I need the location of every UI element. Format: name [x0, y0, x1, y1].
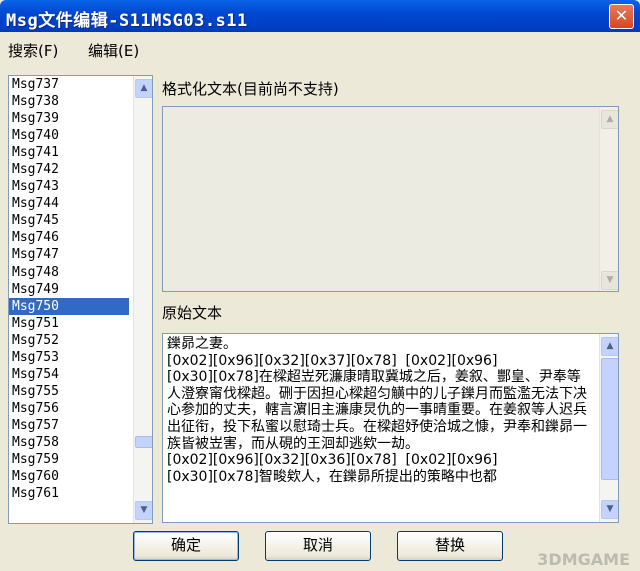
list-item[interactable]: Msg757	[9, 417, 129, 434]
menu-bar: 搜索(F) 编辑(E)	[0, 36, 640, 62]
menu-edit[interactable]: 编辑(E)	[88, 40, 139, 61]
replace-button[interactable]: 替换	[397, 531, 503, 561]
list-item[interactable]: Msg744	[9, 195, 129, 212]
menu-search[interactable]: 搜索(F)	[8, 40, 58, 61]
original-scroll-up-button[interactable]: ▲	[601, 337, 618, 356]
list-item[interactable]: Msg751	[9, 315, 129, 332]
list-item[interactable]: Msg753	[9, 349, 129, 366]
scroll-up-button[interactable]: ▲	[135, 79, 152, 98]
original-text[interactable]: 鑠昴之妻。 [0x02][0x96][0x32][0x37][0x78] [0x…	[167, 336, 591, 485]
list-item[interactable]: Msg746	[9, 229, 129, 246]
list-item[interactable]: Msg761	[9, 485, 129, 502]
scroll-down-icon: ▼	[606, 275, 614, 285]
original-scroll-thumb[interactable]	[601, 358, 618, 480]
list-item[interactable]: Msg742	[9, 161, 129, 178]
msg-list-scrollbar[interactable]: ▲ ▼	[133, 76, 152, 523]
formatted-text-area: ▲ ▼	[162, 106, 619, 292]
original-text-area[interactable]: 鑠昴之妻。 [0x02][0x96][0x32][0x37][0x78] [0x…	[162, 333, 619, 523]
list-item[interactable]: Msg758	[9, 434, 129, 451]
msg-editor-window: Msg文件编辑-S11MSG03.s11 ✕ 搜索(F) 编辑(E) Msg73…	[0, 0, 640, 571]
msg-list-items: Msg737 Msg738 Msg739 Msg740 Msg741 Msg742 Msg7…	[9, 76, 129, 502]
list-item[interactable]: Msg755	[9, 383, 129, 400]
list-item[interactable]: Msg754	[9, 366, 129, 383]
msg-list[interactable]: Msg737 Msg738 Msg739 Msg740 Msg741 Msg742 Msg7…	[8, 75, 153, 524]
formatted-scroll-up-button: ▲	[601, 110, 618, 129]
close-button[interactable]: ✕	[609, 4, 634, 29]
scroll-down-icon: ▼	[140, 505, 148, 515]
list-item[interactable]: Msg745	[9, 212, 129, 229]
list-item[interactable]: Msg741	[9, 144, 129, 161]
ok-button[interactable]: 确定	[133, 531, 239, 561]
original-scroll-down-button[interactable]: ▼	[601, 500, 618, 519]
scroll-up-icon: ▲	[606, 341, 614, 351]
window-title: Msg文件编辑-S11MSG03.s11	[6, 11, 248, 31]
scroll-down-icon: ▼	[606, 504, 614, 514]
list-item[interactable]: Msg752	[9, 332, 129, 349]
original-text-label: 原始文本	[162, 304, 223, 322]
close-icon: ✕	[614, 6, 629, 25]
list-item[interactable]: Msg738	[9, 93, 129, 110]
list-item[interactable]: Msg759	[9, 451, 129, 468]
title-bar[interactable]: Msg文件编辑-S11MSG03.s11 ✕	[0, 0, 640, 32]
formatted-scroll-down-button: ▼	[601, 271, 618, 290]
scroll-up-icon: ▲	[606, 114, 614, 124]
list-item[interactable]: Msg750	[9, 297, 129, 315]
list-item[interactable]: Msg737	[9, 76, 129, 93]
list-item[interactable]: Msg748	[9, 264, 129, 281]
scroll-down-button[interactable]: ▼	[135, 501, 152, 520]
list-item[interactable]: Msg747	[9, 246, 129, 263]
list-item[interactable]: Msg760	[9, 468, 129, 485]
watermark: 3DMGAME	[537, 550, 630, 569]
original-scrollbar[interactable]: ▲ ▼	[599, 334, 618, 522]
cancel-button[interactable]: 取消	[265, 531, 371, 561]
formatted-text-label: 格式化文本(目前尚不支持)	[162, 80, 339, 98]
scroll-up-icon: ▲	[140, 83, 148, 93]
list-item[interactable]: Msg749	[9, 281, 129, 298]
list-item[interactable]: Msg740	[9, 127, 129, 144]
list-item[interactable]: Msg756	[9, 400, 129, 417]
list-item[interactable]: Msg743	[9, 178, 129, 195]
list-item[interactable]: Msg739	[9, 110, 129, 127]
scroll-thumb[interactable]	[135, 436, 152, 448]
formatted-scrollbar: ▲ ▼	[599, 107, 618, 291]
